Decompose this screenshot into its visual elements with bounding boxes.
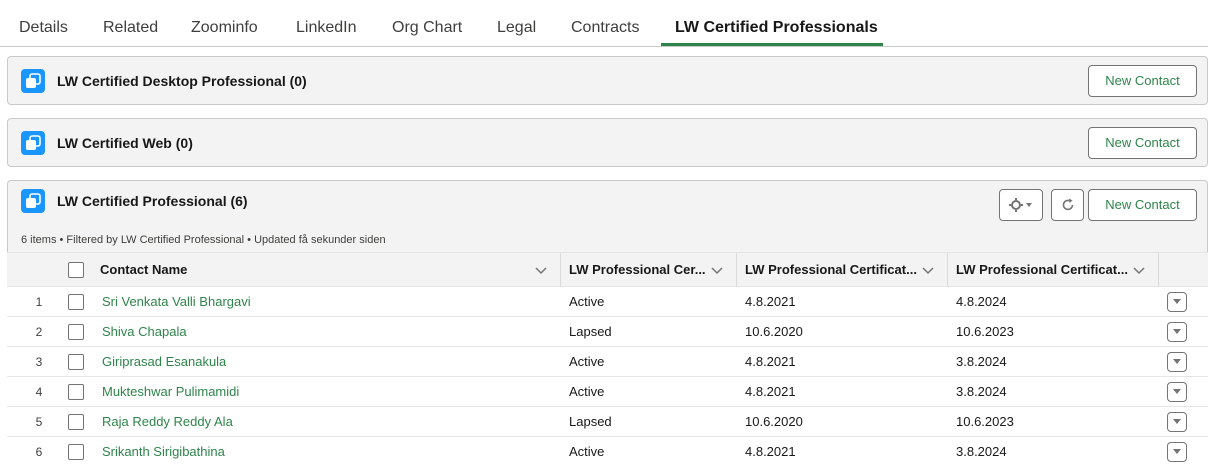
status-cell: Active xyxy=(569,354,605,369)
chevron-down-icon[interactable] xyxy=(921,264,935,278)
end-date-cell: 3.8.2024 xyxy=(956,354,1007,369)
chevron-down-icon xyxy=(1173,299,1181,304)
row-checkbox[interactable] xyxy=(68,294,84,310)
new-contact-button[interactable]: New Contact xyxy=(1088,127,1197,159)
select-all-checkbox[interactable] xyxy=(68,262,84,278)
column-divider xyxy=(947,253,948,287)
column-header-contact-name[interactable]: Contact Name xyxy=(100,253,250,287)
row-number: 4 xyxy=(35,385,43,399)
table-row: 5 Raja Reddy Reddy Ala Lapsed 10.6.2020 … xyxy=(7,407,1208,437)
card-title: LW Certified Desktop Professional (0) xyxy=(57,73,307,89)
row-actions-button[interactable] xyxy=(1167,322,1187,342)
end-date-cell: 3.8.2024 xyxy=(956,384,1007,399)
start-date-cell: 4.8.2021 xyxy=(745,384,796,399)
column-header-end-date[interactable]: LW Professional Certificat... xyxy=(956,253,1128,287)
tab-org-chart[interactable]: Org Chart xyxy=(392,0,462,46)
end-date-cell: 10.6.2023 xyxy=(956,324,1014,339)
table-row: 1 Sri Venkata Valli Bhargavi Active 4.8.… xyxy=(7,287,1208,317)
tab-lw-certified-professionals[interactable]: LW Certified Professionals xyxy=(675,0,878,46)
active-tab-indicator xyxy=(661,43,883,46)
row-actions-button[interactable] xyxy=(1167,352,1187,372)
related-list-desktop-professional: LW Certified Desktop Professional (0) Ne… xyxy=(7,56,1208,105)
card-title: LW Certified Professional (6) xyxy=(57,193,248,209)
refresh-button[interactable] xyxy=(1051,189,1084,221)
tab-details[interactable]: Details xyxy=(19,0,68,46)
contact-name-link[interactable]: Shiva Chapala xyxy=(102,317,187,347)
row-checkbox[interactable] xyxy=(68,414,84,430)
new-contact-button[interactable]: New Contact xyxy=(1088,65,1197,97)
end-date-cell: 10.6.2023 xyxy=(956,414,1014,429)
chevron-down-icon[interactable] xyxy=(534,264,548,278)
list-settings-button[interactable] xyxy=(999,189,1043,221)
row-checkbox[interactable] xyxy=(68,384,84,400)
row-number: 6 xyxy=(35,445,43,459)
related-list-icon xyxy=(21,131,45,155)
status-cell: Active xyxy=(569,444,605,459)
chevron-down-icon xyxy=(1173,329,1181,334)
row-number: 3 xyxy=(35,355,43,369)
contact-name-link[interactable]: Raja Reddy Reddy Ala xyxy=(102,407,233,437)
row-checkbox[interactable] xyxy=(68,324,84,340)
row-number: 5 xyxy=(35,415,43,429)
row-number: 1 xyxy=(35,295,43,309)
tab-zoominfo[interactable]: Zoominfo xyxy=(191,0,258,46)
gear-icon xyxy=(1009,198,1032,212)
related-list-icon xyxy=(21,189,45,213)
row-checkbox[interactable] xyxy=(68,444,84,460)
tab-linkedin[interactable]: LinkedIn xyxy=(296,0,357,46)
row-actions-button[interactable] xyxy=(1167,412,1187,432)
status-cell: Lapsed xyxy=(569,414,612,429)
contact-name-link[interactable]: Giriprasad Esanakula xyxy=(102,347,226,377)
status-cell: Active xyxy=(569,294,605,309)
end-date-cell: 4.8.2024 xyxy=(956,294,1007,309)
refresh-icon xyxy=(1062,198,1073,211)
column-header-start-date[interactable]: LW Professional Certificat... xyxy=(745,253,917,287)
table-header: Contact Name LW Professional Cer... LW P… xyxy=(7,252,1208,287)
new-contact-button[interactable]: New Contact xyxy=(1088,189,1197,221)
table-row: 2 Shiva Chapala Lapsed 10.6.2020 10.6.20… xyxy=(7,317,1208,347)
chevron-down-icon xyxy=(1173,449,1181,454)
row-number: 2 xyxy=(35,325,43,339)
table-row: 4 Mukteshwar Pulimamidi Active 4.8.2021 … xyxy=(7,377,1208,407)
contact-name-link[interactable]: Sri Venkata Valli Bhargavi xyxy=(102,287,251,317)
column-header-status[interactable]: LW Professional Cer... xyxy=(569,253,709,287)
chevron-down-icon xyxy=(1173,419,1181,424)
card-title: LW Certified Web (0) xyxy=(57,135,193,151)
contact-name-link[interactable]: Srikanth Sirigibathina xyxy=(102,437,225,466)
row-actions-button[interactable] xyxy=(1167,382,1187,402)
table-row: 3 Giriprasad Esanakula Active 4.8.2021 3… xyxy=(7,347,1208,377)
start-date-cell: 10.6.2020 xyxy=(745,414,803,429)
start-date-cell: 4.8.2021 xyxy=(745,354,796,369)
row-actions-button[interactable] xyxy=(1167,292,1187,312)
end-date-cell: 3.8.2024 xyxy=(956,444,1007,459)
tab-related[interactable]: Related xyxy=(103,0,158,46)
row-actions-button[interactable] xyxy=(1167,442,1187,462)
start-date-cell: 4.8.2021 xyxy=(745,294,796,309)
related-list-icon xyxy=(21,69,45,93)
row-checkbox[interactable] xyxy=(68,354,84,370)
record-tabs: Details Related Zoominfo LinkedIn Org Ch… xyxy=(0,0,1208,47)
tab-contracts[interactable]: Contracts xyxy=(571,0,639,46)
status-cell: Active xyxy=(569,384,605,399)
related-list-web: LW Certified Web (0) New Contact xyxy=(7,118,1208,167)
status-cell: Lapsed xyxy=(569,324,612,339)
chevron-down-icon[interactable] xyxy=(1132,264,1146,278)
tab-legal[interactable]: Legal xyxy=(497,0,536,46)
chevron-down-icon xyxy=(1173,359,1181,364)
chevron-down-icon[interactable] xyxy=(710,264,724,278)
column-divider xyxy=(1158,253,1159,287)
table-row: 6 Srikanth Sirigibathina Active 4.8.2021… xyxy=(7,437,1208,466)
contact-name-link[interactable]: Mukteshwar Pulimamidi xyxy=(102,377,239,407)
column-divider xyxy=(736,253,737,287)
start-date-cell: 10.6.2020 xyxy=(745,324,803,339)
column-divider xyxy=(560,253,561,287)
list-subtitle: 6 items • Filtered by LW Certified Profe… xyxy=(21,234,386,246)
chevron-down-icon xyxy=(1173,389,1181,394)
start-date-cell: 4.8.2021 xyxy=(745,444,796,459)
